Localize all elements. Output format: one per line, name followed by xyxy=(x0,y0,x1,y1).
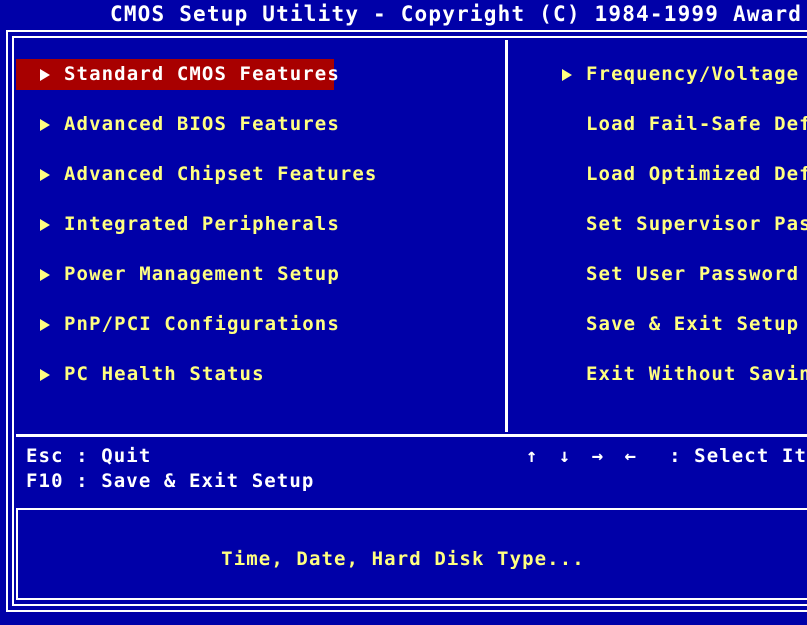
menu-gap xyxy=(16,340,496,359)
triangle-bullet-icon xyxy=(40,218,50,231)
triangle-bullet-icon xyxy=(40,118,50,131)
footer-panel: Time, Date, Hard Disk Type... xyxy=(16,508,807,600)
help-row-1: Esc : Quit ↑ ↓ → ← : Select Item xyxy=(16,444,807,469)
menu-item-pnp-pci-configurations[interactable]: PnP/PCI Configurations xyxy=(16,309,496,340)
menu-item-label: Set Supervisor Passw xyxy=(586,213,807,235)
key-help-bar: Esc : Quit ↑ ↓ → ← : Select Item F10 : Sa… xyxy=(16,444,807,494)
help-esc-quit: Esc : Quit xyxy=(26,445,152,467)
menu-item-label: Exit Without Saving xyxy=(586,363,807,385)
menu-gap xyxy=(538,190,807,209)
menu-column-right: Frequency/Voltage Co Load Fail-Safe Defa… xyxy=(538,40,807,390)
menu-gap xyxy=(538,340,807,359)
menu-gap xyxy=(16,90,496,109)
menu-gap xyxy=(16,290,496,309)
menu-item-label: Load Optimized Defau xyxy=(586,163,807,185)
main-menu-panel: Standard CMOS Features Advanced BIOS Fea… xyxy=(16,40,807,432)
menu-gap xyxy=(538,90,807,109)
menu-item-save-and-exit-setup[interactable]: Save & Exit Setup xyxy=(538,309,807,340)
menu-item-label: PnP/PCI Configurations xyxy=(64,313,340,335)
triangle-bullet-icon xyxy=(40,168,50,181)
bios-setup-screen: CMOS Setup Utility - Copyright (C) 1984-… xyxy=(0,0,807,625)
menu-gap xyxy=(16,140,496,159)
column-top-spacer xyxy=(16,40,496,59)
menu-item-label: Load Fail-Safe Defau xyxy=(586,113,807,135)
help-select-item: ↑ ↓ → ← : Select Item xyxy=(526,444,807,469)
menu-item-exit-without-saving[interactable]: Exit Without Saving xyxy=(538,359,807,390)
column-top-spacer xyxy=(538,40,807,59)
triangle-bullet-icon xyxy=(40,268,50,281)
menu-item-label: Save & Exit Setup xyxy=(586,313,800,335)
triangle-bullet-icon xyxy=(562,68,572,81)
help-f10-save-exit: F10 : Save & Exit Setup xyxy=(26,470,315,492)
help-row-2: F10 : Save & Exit Setup xyxy=(16,469,807,494)
menu-item-advanced-chipset-features[interactable]: Advanced Chipset Features xyxy=(16,159,496,190)
menu-item-label: Power Management Setup xyxy=(64,263,340,285)
menu-item-integrated-peripherals[interactable]: Integrated Peripherals xyxy=(16,209,496,240)
footer-description: Time, Date, Hard Disk Type... xyxy=(221,548,585,570)
menu-item-set-supervisor-password[interactable]: Set Supervisor Passw xyxy=(538,209,807,240)
menu-item-load-optimized-defaults[interactable]: Load Optimized Defau xyxy=(538,159,807,190)
page-title: CMOS Setup Utility - Copyright (C) 1984-… xyxy=(110,2,807,26)
menu-item-label: Standard CMOS Features xyxy=(64,63,340,85)
menu-item-label: Set User Password xyxy=(586,263,800,285)
menu-gap xyxy=(538,240,807,259)
menu-gap xyxy=(16,190,496,209)
menu-gap xyxy=(538,140,807,159)
menu-item-power-management-setup[interactable]: Power Management Setup xyxy=(16,259,496,290)
menu-item-label: Advanced Chipset Features xyxy=(64,163,378,185)
menu-item-set-user-password[interactable]: Set User Password xyxy=(538,259,807,290)
help-bar-divider xyxy=(16,434,807,437)
menu-item-label: Frequency/Voltage Co xyxy=(586,63,807,85)
menu-item-label: PC Health Status xyxy=(64,363,265,385)
menu-item-frequency-voltage-control[interactable]: Frequency/Voltage Co xyxy=(538,59,807,90)
menu-item-standard-cmos-features[interactable]: Standard CMOS Features xyxy=(16,59,339,90)
help-select-item-label: : Select Item xyxy=(669,445,807,467)
triangle-bullet-icon xyxy=(40,318,50,331)
arrow-keys-icon: ↑ ↓ → ← xyxy=(526,445,642,467)
menu-item-advanced-bios-features[interactable]: Advanced BIOS Features xyxy=(16,109,496,140)
triangle-bullet-icon xyxy=(40,68,50,81)
triangle-bullet-icon xyxy=(40,368,50,381)
menu-item-label: Advanced BIOS Features xyxy=(64,113,340,135)
menu-column-left: Standard CMOS Features Advanced BIOS Fea… xyxy=(16,40,496,390)
column-divider xyxy=(505,40,508,432)
menu-gap xyxy=(16,240,496,259)
menu-item-pc-health-status[interactable]: PC Health Status xyxy=(16,359,496,390)
menu-item-label: Integrated Peripherals xyxy=(64,213,340,235)
menu-gap xyxy=(538,290,807,309)
menu-item-load-fail-safe-defaults[interactable]: Load Fail-Safe Defau xyxy=(538,109,807,140)
